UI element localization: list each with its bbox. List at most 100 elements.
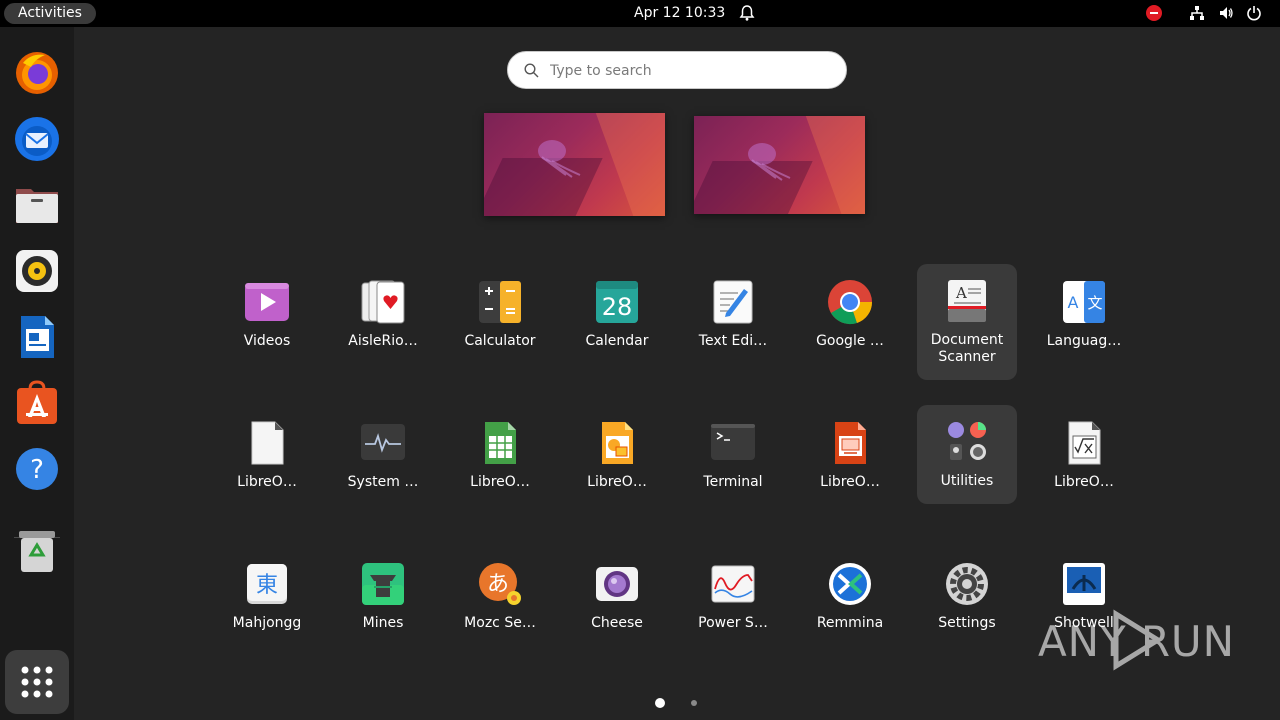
app-libreoffice-draw[interactable]: LibreO… — [567, 406, 667, 522]
jellyfish-wallpaper-icon — [748, 143, 791, 181]
shotwell-icon — [1063, 563, 1105, 605]
svg-text:文: 文 — [1087, 294, 1102, 312]
app-label: Terminal — [703, 474, 763, 490]
workspace-thumbnail-2[interactable] — [694, 116, 865, 214]
app-power-statistics[interactable]: Power S… — [683, 547, 783, 663]
app-label: Cheese — [591, 615, 643, 631]
app-label: LibreO… — [470, 474, 530, 490]
app-language-support[interactable]: A 文 Languag… — [1034, 265, 1134, 381]
app-aisleriot[interactable]: AisleRio… — [333, 265, 433, 381]
app-settings[interactable]: Settings — [917, 547, 1017, 663]
network-icon[interactable] — [1189, 5, 1205, 21]
svg-text:28: 28 — [602, 293, 633, 321]
app-label: AisleRio… — [348, 333, 418, 349]
files-icon[interactable] — [13, 181, 61, 229]
notification-bell-icon[interactable] — [738, 4, 756, 22]
volume-icon[interactable] — [1218, 5, 1234, 21]
firefox-icon[interactable] — [13, 49, 61, 97]
app-label: LibreO… — [820, 474, 880, 490]
app-mozc-setup[interactable]: あ Mozc Se… — [450, 547, 550, 663]
libreoffice-impress-icon — [835, 422, 866, 464]
page-indicator-1[interactable] — [655, 698, 665, 708]
svg-text:A: A — [1068, 293, 1079, 312]
app-label: Mozc Se… — [464, 615, 536, 631]
calculator-icon — [479, 281, 521, 323]
svg-text:?: ? — [30, 455, 44, 485]
help-icon[interactable]: ? — [13, 445, 61, 493]
app-libreoffice-math[interactable]: LibreO… — [1034, 406, 1134, 522]
app-terminal[interactable]: Terminal — [683, 406, 783, 522]
app-label: Google … — [816, 333, 884, 349]
anyrun-watermark: ANY RUN — [1038, 609, 1234, 671]
app-center-icon[interactable] — [13, 379, 61, 427]
search-box[interactable] — [507, 51, 847, 90]
libreoffice-icon — [251, 421, 284, 465]
app-text-editor[interactable]: Text Edi… — [683, 265, 783, 381]
libreoffice-math-icon — [1068, 421, 1101, 465]
app-remmina[interactable]: Remmina — [800, 547, 900, 663]
app-label: Languag… — [1046, 333, 1122, 349]
app-label: Calendar — [585, 333, 649, 349]
libreoffice-draw-icon — [602, 422, 633, 464]
language-icon: A 文 — [1063, 281, 1105, 323]
top-bar: Activities Apr 12 10:33 — [0, 0, 1280, 27]
app-label: Remmina — [816, 615, 884, 631]
app-label: Settings — [938, 615, 996, 631]
document-scanner-icon: A — [948, 280, 986, 322]
libreoffice-calc-icon — [485, 422, 516, 464]
mahjongg-icon: 東 — [247, 564, 287, 604]
remmina-icon — [829, 563, 871, 605]
text-editor-icon — [713, 280, 753, 324]
mozc-icon: あ — [479, 563, 521, 605]
jellyfish-wallpaper-icon — [538, 140, 581, 178]
chrome-icon — [828, 280, 873, 325]
app-google-chrome[interactable]: Google … — [800, 265, 900, 381]
svg-text:A: A — [955, 284, 967, 302]
libreoffice-writer-icon[interactable] — [13, 313, 61, 361]
app-label: LibreO… — [237, 474, 297, 490]
app-cheese[interactable]: Cheese — [567, 547, 667, 663]
power-statistics-icon — [711, 565, 755, 603]
app-calculator[interactable]: Calculator — [450, 265, 550, 381]
thunderbird-icon[interactable] — [13, 115, 61, 163]
workspace-thumbnail-1[interactable] — [484, 113, 665, 216]
search-icon — [524, 63, 539, 78]
app-mahjongg[interactable]: 東 Mahjongg — [217, 547, 317, 663]
app-utilities-folder[interactable]: Utilities — [917, 405, 1017, 504]
app-document-scanner[interactable]: A Document Scanner — [917, 264, 1017, 380]
app-grid-icon — [21, 666, 53, 698]
app-label: Document Scanner — [930, 332, 1004, 365]
app-label: Utilities — [940, 473, 994, 489]
utilities-folder-icon — [948, 422, 986, 460]
app-label: Videos — [243, 333, 291, 349]
rhythmbox-icon[interactable] — [13, 247, 61, 295]
aisleriot-icon — [361, 280, 405, 324]
power-icon[interactable] — [1246, 5, 1262, 21]
app-label: LibreO… — [587, 474, 647, 490]
trash-icon[interactable] — [13, 527, 61, 575]
app-system-monitor[interactable]: System … — [333, 406, 433, 522]
app-label: Power S… — [698, 615, 768, 631]
app-label: System … — [347, 474, 419, 490]
mines-icon — [362, 563, 404, 605]
svg-text:あ: あ — [487, 572, 509, 597]
show-applications-button[interactable] — [5, 650, 69, 714]
app-calendar[interactable]: 28 Calendar — [567, 265, 667, 381]
clock[interactable]: Apr 12 10:33 — [634, 0, 725, 27]
app-libreoffice-impress[interactable]: LibreO… — [800, 406, 900, 522]
app-label: Mines — [362, 615, 404, 631]
app-libreoffice-calc[interactable]: LibreO… — [450, 406, 550, 522]
system-monitor-icon — [361, 424, 405, 460]
app-videos[interactable]: Videos — [217, 265, 317, 381]
app-mines[interactable]: Mines — [333, 547, 433, 663]
app-label: Calculator — [464, 333, 536, 349]
activities-button[interactable]: Activities — [4, 3, 96, 24]
settings-icon — [946, 563, 988, 605]
svg-text:東: 東 — [256, 573, 278, 598]
cheese-icon — [596, 567, 638, 601]
calendar-icon: 28 — [596, 281, 638, 323]
search-input[interactable] — [548, 52, 832, 90]
page-indicator-2[interactable] — [691, 700, 697, 706]
do-not-disturb-icon[interactable] — [1146, 5, 1162, 21]
app-libreoffice[interactable]: LibreO… — [217, 406, 317, 522]
